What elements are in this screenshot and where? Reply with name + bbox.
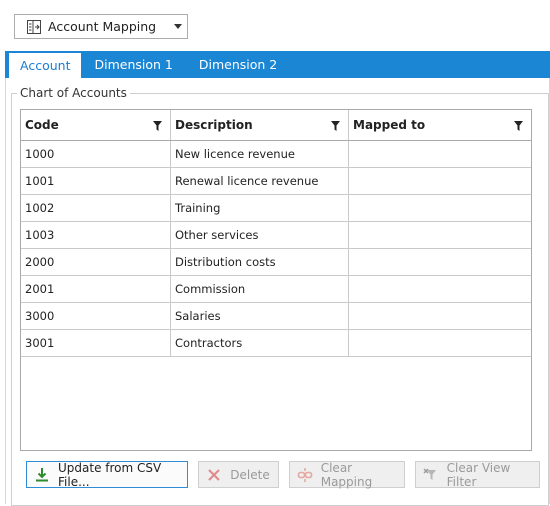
unlink-icon	[297, 467, 313, 483]
cell-code: 3001	[21, 330, 171, 356]
column-header-description[interactable]: Description	[171, 110, 349, 140]
table-row[interactable]: 2001 Commission	[21, 276, 531, 303]
clear-view-filter-label: Clear View Filter	[446, 460, 511, 489]
cell-code: 2001	[21, 276, 171, 302]
cell-code: 2000	[21, 249, 171, 275]
delete-label: Delete	[230, 467, 270, 482]
tab-dimension-1[interactable]: Dimension 1	[81, 51, 185, 78]
grid-header: Code Description Mapped to	[21, 110, 531, 141]
cell-description: Renewal licence revenue	[171, 168, 349, 194]
view-dropdown[interactable]: Account Mapping	[14, 14, 188, 39]
cell-code: 3000	[21, 303, 171, 329]
column-header-code[interactable]: Code	[21, 110, 171, 140]
table-row[interactable]: 1000 New licence revenue	[21, 141, 531, 168]
cell-description: Other services	[171, 222, 349, 248]
table-row[interactable]: 1003 Other services	[21, 222, 531, 249]
cell-code: 1003	[21, 222, 171, 248]
update-from-csv-button[interactable]: Update from CSV File...	[26, 460, 189, 489]
cell-mapped-to[interactable]	[349, 330, 531, 356]
cell-mapped-to[interactable]	[349, 222, 531, 248]
cell-mapped-to[interactable]	[349, 168, 531, 194]
cell-code: 1000	[21, 141, 171, 167]
cell-description: Commission	[171, 276, 349, 302]
tab-dimension-2[interactable]: Dimension 2	[186, 51, 290, 78]
column-header-label: Code	[25, 118, 59, 132]
download-icon	[34, 467, 50, 483]
cell-description: New licence revenue	[171, 141, 349, 167]
delete-icon	[206, 467, 222, 483]
action-toolbar: Update from CSV File... Delete Clear Map…	[26, 460, 550, 489]
cell-description: Contractors	[171, 330, 349, 356]
cell-description: Salaries	[171, 303, 349, 329]
group-title: Chart of Accounts	[20, 86, 127, 100]
column-header-mapped-to[interactable]: Mapped to	[349, 110, 531, 140]
cell-mapped-to[interactable]	[349, 303, 531, 329]
cell-code: 1002	[21, 195, 171, 221]
view-dropdown-label: Account Mapping	[48, 19, 157, 34]
column-header-label: Mapped to	[353, 118, 426, 132]
clear-mapping-button[interactable]: Clear Mapping	[288, 460, 405, 489]
accounts-grid[interactable]: Code Description Mapped to 1000 New lice…	[20, 109, 532, 451]
mapping-icon	[27, 19, 41, 34]
filter-icon[interactable]	[331, 120, 340, 134]
clear-filter-icon	[423, 467, 439, 483]
filter-icon[interactable]	[514, 120, 523, 134]
cell-description: Training	[171, 195, 349, 221]
column-header-label: Description	[175, 118, 253, 132]
table-row[interactable]: 3000 Salaries	[21, 303, 531, 330]
cell-code: 1001	[21, 168, 171, 194]
table-row[interactable]: 2000 Distribution costs	[21, 249, 531, 276]
clear-view-filter-button[interactable]: Clear View Filter	[414, 460, 540, 489]
tab-account[interactable]: Account	[9, 53, 82, 78]
cell-mapped-to[interactable]	[349, 249, 531, 275]
cell-mapped-to[interactable]	[349, 276, 531, 302]
delete-button[interactable]: Delete	[198, 461, 279, 488]
tab-bar: Account Dimension 1 Dimension 2	[5, 51, 550, 78]
update-from-csv-label: Update from CSV File...	[58, 460, 162, 489]
chevron-down-icon	[169, 24, 187, 29]
cell-mapped-to[interactable]	[349, 195, 531, 221]
filter-icon[interactable]	[153, 120, 162, 134]
table-row[interactable]: 1001 Renewal licence revenue	[21, 168, 531, 195]
cell-description: Distribution costs	[171, 249, 349, 275]
clear-mapping-label: Clear Mapping	[320, 460, 373, 489]
table-row[interactable]: 3001 Contractors	[21, 330, 531, 357]
cell-mapped-to[interactable]	[349, 141, 531, 167]
table-row[interactable]: 1002 Training	[21, 195, 531, 222]
